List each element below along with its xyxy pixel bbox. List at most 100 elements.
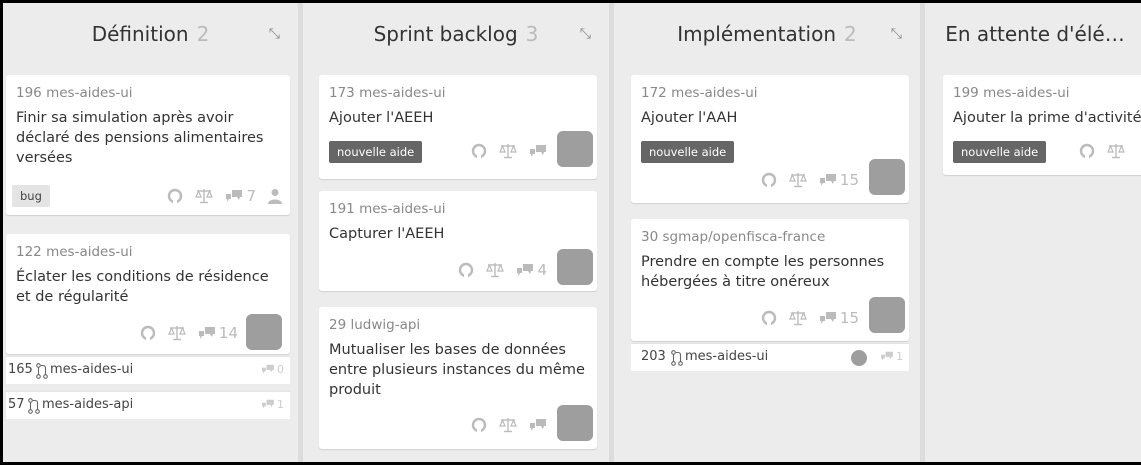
issue-card-191[interactable]: 191 mes-aides-ui Capturer l'AEEH 4 bbox=[319, 191, 597, 291]
pr-number: 165 bbox=[8, 362, 33, 377]
pull-request-203[interactable]: 203 mes-aides-ui 1 bbox=[631, 343, 909, 371]
column-header: Définition 2 ⤡ bbox=[3, 3, 298, 65]
card-meta bbox=[1079, 143, 1125, 159]
issue-reference: 29 ludwig-api bbox=[329, 317, 421, 333]
pr-comments: 1 bbox=[880, 350, 903, 363]
comment-count: 14 bbox=[218, 324, 238, 342]
comment-count: 7 bbox=[246, 187, 256, 205]
comments-icon bbox=[516, 263, 534, 278]
column-title: Implémentation bbox=[677, 22, 837, 46]
card-meta: 7 bbox=[167, 187, 282, 205]
avatar[interactable] bbox=[557, 131, 593, 167]
issue-reference: 122 mes-aides-ui bbox=[16, 244, 133, 260]
github-icon[interactable] bbox=[458, 262, 474, 278]
issue-title[interactable]: Ajouter l'AAH bbox=[641, 108, 901, 128]
card-meta: 4 bbox=[458, 261, 547, 279]
comments-icon bbox=[529, 144, 547, 159]
issue-title[interactable]: Capturer l'AEEH bbox=[329, 224, 589, 244]
issue-card-172[interactable]: 172 mes-aides-ui Ajouter l'AAH nouvelle … bbox=[631, 75, 909, 203]
compress-icon[interactable]: ⤡ bbox=[580, 3, 591, 65]
column-sprint-backlog: Sprint backlog 3 ⤡ 173 mes-aides-ui Ajout… bbox=[303, 3, 614, 462]
avatar[interactable] bbox=[869, 159, 905, 195]
label-badge[interactable]: bug bbox=[12, 185, 50, 207]
balance-scale-icon bbox=[789, 172, 807, 188]
avatar[interactable] bbox=[851, 350, 867, 366]
card-meta: 15 bbox=[761, 309, 859, 327]
github-icon[interactable] bbox=[167, 188, 183, 204]
github-icon[interactable] bbox=[761, 310, 777, 326]
column-header: Implémentation 2 ⤡ bbox=[614, 3, 920, 65]
avatar[interactable] bbox=[869, 297, 905, 333]
pull-request-icon bbox=[36, 363, 48, 379]
comments-icon bbox=[819, 311, 837, 326]
pull-request-165[interactable]: 165 mes-aides-ui 0 bbox=[6, 356, 290, 384]
avatar[interactable] bbox=[557, 249, 593, 285]
issue-card-122[interactable]: 122 mes-aides-ui Éclater les conditions … bbox=[6, 234, 290, 354]
github-icon[interactable] bbox=[140, 325, 156, 341]
pull-request-57[interactable]: 57 mes-aides-api 1 bbox=[6, 391, 290, 419]
column-header: Sprint backlog 3 ⤡ bbox=[303, 3, 609, 65]
column-count: 3 bbox=[525, 22, 539, 46]
balance-scale-icon bbox=[499, 417, 517, 433]
column-definition: Définition 2 ⤡ 196 mes-aides-ui Finir sa … bbox=[3, 3, 303, 462]
github-icon[interactable] bbox=[471, 143, 487, 159]
pull-request-icon bbox=[671, 350, 683, 366]
compress-icon[interactable]: ⤡ bbox=[891, 3, 902, 65]
pr-number: 203 bbox=[641, 349, 666, 364]
issue-reference: 196 mes-aides-ui bbox=[16, 85, 133, 101]
column-title: Sprint backlog bbox=[373, 22, 518, 46]
pr-number: 57 bbox=[8, 397, 25, 412]
column-count: 2 bbox=[196, 22, 210, 46]
issue-title[interactable]: Finir sa simulation après avoir déclaré … bbox=[16, 108, 282, 168]
pr-comments: 0 bbox=[261, 363, 284, 376]
comment-count: 15 bbox=[839, 309, 859, 327]
issue-card-199[interactable]: 199 mes-aides-ui Ajouter la prime d'acti… bbox=[943, 75, 1141, 175]
pull-request-icon bbox=[28, 398, 40, 414]
column-title: Définition bbox=[91, 22, 189, 46]
column-count: 2 bbox=[844, 22, 857, 46]
compress-icon[interactable]: ⤡ bbox=[269, 3, 280, 65]
github-icon[interactable] bbox=[761, 172, 777, 188]
github-icon[interactable] bbox=[471, 417, 487, 433]
comments-icon bbox=[198, 326, 216, 341]
issue-title[interactable]: Prendre en compte les personnes hébergée… bbox=[641, 252, 901, 292]
issue-title[interactable]: Mutualiser les bases de données entre pl… bbox=[329, 340, 589, 400]
user-icon bbox=[268, 188, 282, 204]
card-meta: 15 bbox=[761, 171, 859, 189]
label-badge[interactable]: nouvelle aide bbox=[329, 141, 423, 163]
issue-reference: 173 mes-aides-ui bbox=[329, 85, 446, 101]
comments-icon bbox=[225, 189, 243, 204]
avatar[interactable] bbox=[246, 314, 282, 350]
column-implementation: Implémentation 2 ⤡ 172 mes-aides-ui Ajout… bbox=[614, 3, 925, 462]
balance-scale-icon bbox=[789, 310, 807, 326]
issue-title[interactable]: Ajouter l'AEEH bbox=[329, 108, 589, 128]
github-icon[interactable] bbox=[1079, 143, 1095, 159]
comment-count: 15 bbox=[839, 171, 859, 189]
issue-card-196[interactable]: 196 mes-aides-ui Finir sa simulation apr… bbox=[6, 75, 290, 215]
issue-reference: 30 sgmap/openfisca-france bbox=[641, 229, 826, 245]
avatar[interactable] bbox=[557, 405, 593, 441]
kanban-frame: Définition 2 ⤡ 196 mes-aides-ui Finir sa … bbox=[0, 0, 1141, 465]
issue-card-29[interactable]: 29 ludwig-api Mutualiser les bases de do… bbox=[319, 307, 597, 449]
column-en-attente: En attente d'élé… 199 mes-aides-ui Ajout… bbox=[925, 3, 1141, 462]
card-meta: 14 bbox=[140, 324, 238, 342]
comments-icon bbox=[529, 418, 547, 433]
comment-count: 4 bbox=[537, 261, 547, 279]
kanban-board: Définition 2 ⤡ 196 mes-aides-ui Finir sa … bbox=[3, 3, 1141, 462]
pr-repo: mes-aides-ui bbox=[685, 349, 769, 364]
pr-repo: mes-aides-ui bbox=[50, 362, 134, 377]
issue-title[interactable]: Éclater les conditions de résidence et d… bbox=[16, 267, 282, 307]
label-badge[interactable]: nouvelle aide bbox=[953, 141, 1047, 163]
balance-scale-icon bbox=[1107, 143, 1125, 159]
balance-scale-icon bbox=[195, 188, 214, 204]
issue-reference: 199 mes-aides-ui bbox=[953, 85, 1070, 101]
issue-title[interactable]: Ajouter la prime d'activité bbox=[953, 108, 1141, 128]
comments-icon bbox=[819, 173, 837, 188]
label-badge[interactable]: nouvelle aide bbox=[641, 141, 735, 163]
balance-scale-icon bbox=[168, 325, 186, 341]
issue-card-173[interactable]: 173 mes-aides-ui Ajouter l'AEEH nouvelle… bbox=[319, 75, 597, 179]
column-title: En attente d'élé… bbox=[945, 22, 1125, 46]
card-meta bbox=[471, 143, 547, 159]
balance-scale-icon bbox=[486, 262, 505, 278]
issue-card-30[interactable]: 30 sgmap/openfisca-france Prendre en com… bbox=[631, 219, 909, 341]
